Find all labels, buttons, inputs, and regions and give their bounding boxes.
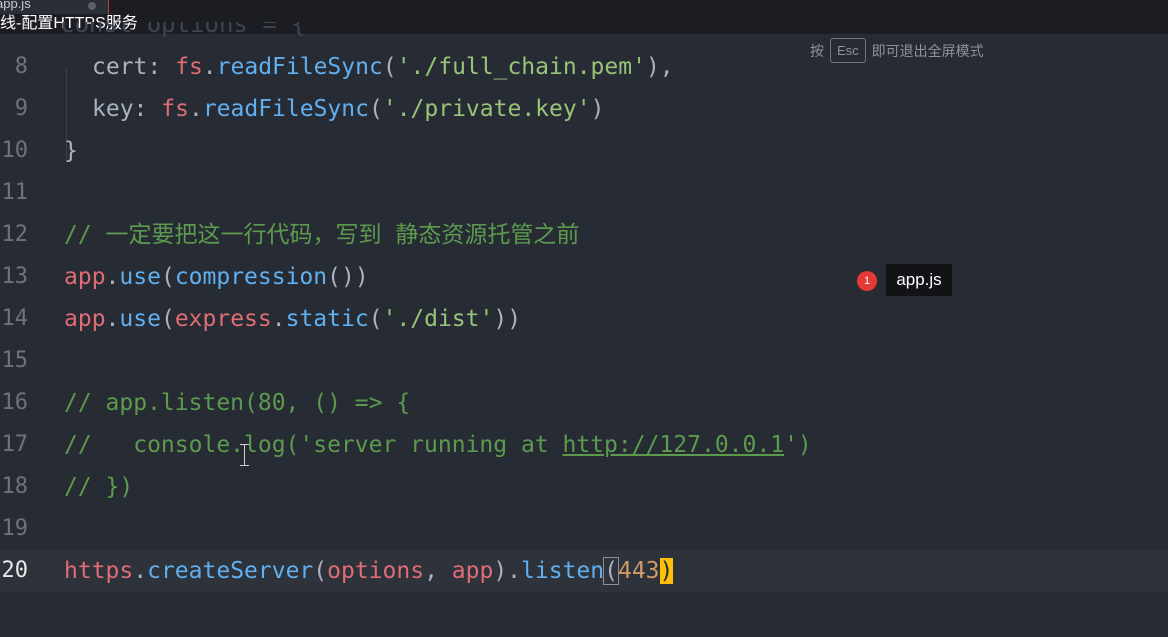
token-identifier: options	[327, 558, 425, 584]
code-line-20-current[interactable]: 20 https.createServer(options, app).list…	[0, 550, 1168, 592]
line-number: 13	[1, 264, 29, 289]
comment-text: ')	[784, 432, 812, 458]
matching-bracket: (	[603, 557, 619, 585]
token-punct: (	[368, 306, 383, 332]
token-function: use	[119, 264, 161, 290]
line-code: cert: fs.readFileSync('./full_chain.pem'…	[64, 46, 674, 88]
line-number: 18	[1, 474, 29, 499]
fullscreen-exit-hint: 按 Esc 即可退出全屏模式	[810, 38, 984, 63]
token-identifier: fs	[161, 96, 189, 122]
line-number: 10	[1, 138, 29, 163]
esc-key-icon: Esc	[830, 38, 866, 63]
token-function: readFileSync	[216, 54, 383, 80]
comment-text: // console.log('server running at	[64, 432, 563, 458]
hint-suffix: 即可退出全屏模式	[871, 42, 984, 59]
token-function: static	[285, 306, 369, 332]
line-code: }	[64, 138, 78, 164]
hint-prefix: 按	[810, 42, 824, 59]
token-identifier: fs	[175, 54, 203, 80]
comment-link[interactable]: http://127.0.0.1	[563, 432, 785, 458]
line-number: 14	[1, 306, 29, 331]
line-number: 15	[1, 348, 29, 373]
token-identifier: https	[64, 558, 134, 584]
token-punct: (	[160, 306, 175, 332]
line-number: 11	[1, 180, 29, 205]
line-number: 8	[14, 54, 28, 79]
token-function: use	[119, 306, 161, 332]
line-code: app.use(express.static('./dist'))	[64, 298, 521, 340]
code-line-12[interactable]: 12 // 一定要把这一行代码，写到 静态资源托管之前	[0, 214, 1168, 256]
code-line-8[interactable]: 8 cert: fs.readFileSync('./full_chain.pe…	[0, 46, 1168, 88]
token-property: cert	[92, 54, 148, 80]
code-line-9[interactable]: 9 key: fs.readFileSync('./private.key')	[0, 88, 1168, 130]
code-line-19[interactable]: 19	[0, 508, 1168, 550]
line-number: 17	[1, 432, 29, 457]
code-line-18[interactable]: 18 // })	[0, 466, 1168, 508]
token-number: 443	[617, 558, 660, 584]
token-function: compression	[174, 264, 328, 290]
code-line-14[interactable]: 14 app.use(express.static('./dist'))	[0, 298, 1168, 340]
token-punct: ).	[493, 558, 522, 584]
token-punct: )	[590, 96, 605, 122]
token-identifier: app	[64, 306, 106, 332]
token-punct: .	[202, 54, 217, 80]
token-punct: .	[105, 264, 120, 290]
line-code: https.createServer(options, app).listen(…	[64, 550, 674, 592]
token-punct: (	[382, 54, 397, 80]
line-number: 12	[1, 222, 29, 247]
line-number: 19	[1, 516, 29, 541]
token-function: createServer	[147, 558, 314, 584]
token-punct: ),	[645, 54, 674, 80]
code-line-10[interactable]: 10 }	[0, 130, 1168, 172]
line-number: 9	[14, 96, 28, 121]
token-punct: ())	[327, 264, 369, 290]
mouse-ibeam-cursor-icon	[240, 444, 250, 466]
token-punct: :	[133, 96, 162, 122]
code-line-11[interactable]: 11	[0, 172, 1168, 214]
token-identifier: express	[174, 306, 272, 332]
token-punct: .	[133, 558, 148, 584]
line-comment: // 一定要把这一行代码，写到 静态资源托管之前	[64, 222, 580, 248]
line-number: 16	[1, 390, 29, 415]
token-function: readFileSync	[202, 96, 369, 122]
file-tooltip: app.js	[886, 264, 952, 296]
step-badge: 1	[857, 271, 877, 291]
line-comment: // app.listen(80, () => {	[64, 390, 411, 416]
token-string: './private.key'	[382, 96, 591, 122]
token-identifier: app	[64, 264, 106, 290]
token-punct: (	[160, 264, 175, 290]
token-punct: (	[368, 96, 383, 122]
token-function: listen	[521, 558, 605, 584]
code-line-15[interactable]: 15	[0, 340, 1168, 382]
line-code: app.use(compression())	[64, 256, 369, 298]
token-string: './full_chain.pem'	[396, 54, 646, 80]
line-number: 20	[1, 558, 29, 583]
line-comment: // })	[64, 474, 134, 500]
code-line-16[interactable]: 16 // app.listen(80, () => {	[0, 382, 1168, 424]
token-punct: ))	[493, 306, 522, 332]
token-punct: (	[313, 558, 328, 584]
token-property: key	[92, 96, 134, 122]
line-code: key: fs.readFileSync('./private.key')	[64, 88, 604, 130]
code-line-17[interactable]: 17 // console.log('server running at htt…	[0, 424, 1168, 466]
token-identifier: app	[451, 558, 494, 584]
token-punct: :	[147, 54, 176, 80]
code-editor[interactable]: const options = { 8 cert: fs.readFileSyn…	[0, 22, 1168, 637]
line-comment: // console.log('server running at http:/…	[64, 424, 812, 466]
token-punct: .	[105, 306, 120, 332]
text-cursor[interactable]: )	[659, 558, 674, 584]
token-string: './dist'	[382, 306, 494, 332]
token-punct: .	[188, 96, 203, 122]
token-punct: .	[271, 306, 286, 332]
token-punct: ,	[424, 558, 452, 584]
code-line-13[interactable]: 13 app.use(compression())	[0, 256, 1168, 298]
